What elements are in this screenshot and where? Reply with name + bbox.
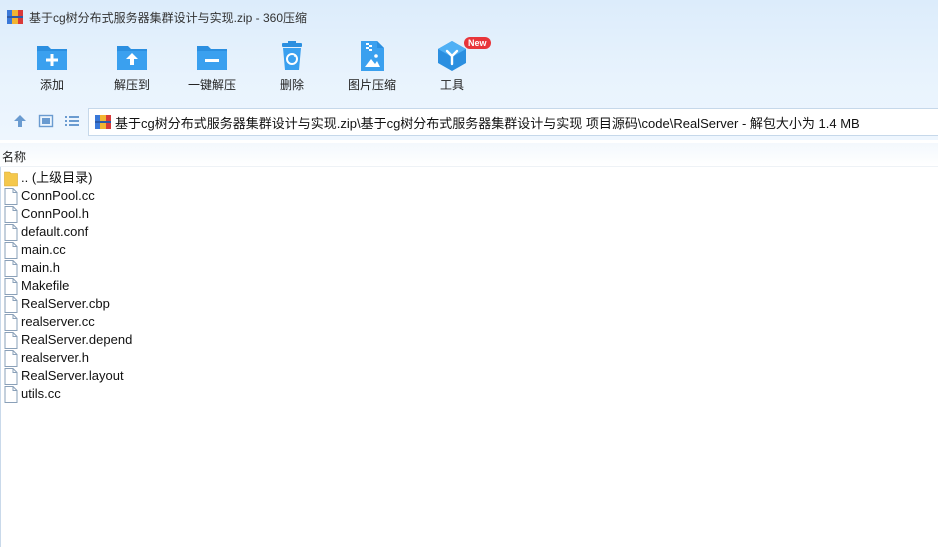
- window-title: 基于cg树分布式服务器集群设计与实现.zip - 360压缩: [29, 10, 308, 25]
- folder-icon: [4, 171, 18, 186]
- file-icon: [4, 187, 18, 205]
- archive-path: 基于cg树分布式服务器集群设计与实现.zip\基于cg树分布式服务器集群设计与实…: [115, 115, 860, 131]
- address-bar[interactable]: 基于cg树分布式服务器集群设计与实现.zip\基于cg树分布式服务器集群设计与实…: [88, 108, 938, 136]
- list-item[interactable]: ConnPool.h: [4, 205, 938, 223]
- file-icon: [4, 277, 18, 295]
- file-name: main.cc: [21, 242, 66, 257]
- list-item[interactable]: RealServer.layout: [4, 367, 938, 385]
- list-view-icon[interactable]: [64, 113, 80, 129]
- file-icon: [4, 349, 18, 367]
- toolbar: 添加 解压到 一键解压 删除 图片压缩 New 工具: [0, 34, 938, 100]
- file-name: utils.cc: [21, 386, 61, 401]
- archive-icon: [95, 115, 111, 129]
- arrow-up-icon[interactable]: [12, 113, 28, 129]
- add-button[interactable]: 添加: [12, 40, 92, 93]
- archive-icon: [7, 10, 23, 24]
- file-name: realserver.cc: [21, 314, 95, 329]
- list-item[interactable]: Makefile: [4, 277, 938, 295]
- file-icon: [4, 367, 18, 385]
- image-compress-button[interactable]: 图片压缩: [332, 40, 412, 93]
- file-name: ConnPool.cc: [21, 188, 95, 203]
- file-icon: [4, 331, 18, 349]
- one-click-extract-button[interactable]: 一键解压: [172, 40, 252, 93]
- list-item[interactable]: realserver.cc: [4, 313, 938, 331]
- list-item[interactable]: realserver.h: [4, 349, 938, 367]
- file-icon: [4, 223, 18, 241]
- list-left-border: [0, 167, 1, 547]
- new-badge: New: [464, 37, 491, 49]
- title-bar: 基于cg树分布式服务器集群设计与实现.zip - 360压缩: [0, 0, 938, 34]
- list-header: 名称: [0, 143, 938, 167]
- file-name: main.h: [21, 260, 61, 275]
- file-name: RealServer.layout: [21, 368, 124, 383]
- list-item[interactable]: ConnPool.cc: [4, 187, 938, 205]
- extract-folder-icon: [117, 46, 147, 70]
- list-item-parent-dir[interactable]: .. (上级目录): [4, 169, 938, 187]
- file-icon: [4, 313, 18, 331]
- one-click-extract-icon: [197, 46, 227, 70]
- image-zip-icon: [361, 41, 384, 71]
- list-item[interactable]: utils.cc: [4, 385, 938, 403]
- list-item[interactable]: default.conf: [4, 223, 938, 241]
- list-item[interactable]: RealServer.depend: [4, 331, 938, 349]
- file-name: Makefile: [21, 278, 70, 293]
- list-item[interactable]: main.h: [4, 259, 938, 277]
- file-icon: [4, 385, 18, 403]
- tools-button[interactable]: New 工具: [412, 37, 492, 93]
- file-name: ConnPool.h: [21, 206, 89, 221]
- file-icon: [4, 241, 18, 259]
- file-name: realserver.h: [21, 350, 89, 365]
- file-name: .. (上级目录): [21, 170, 93, 185]
- add-folder-icon: [37, 46, 67, 70]
- file-name: RealServer.depend: [21, 332, 133, 347]
- recycle-bin-icon: [282, 41, 302, 70]
- tools-cube-icon: [438, 41, 466, 71]
- top-area: 基于cg树分布式服务器集群设计与实现.zip - 360压缩 添加 解压到 一键…: [0, 0, 938, 140]
- extract-to-button[interactable]: 解压到: [92, 40, 172, 93]
- thumbnail-view-icon[interactable]: [38, 113, 54, 129]
- file-name: default.conf: [21, 224, 89, 239]
- column-header-name[interactable]: 名称: [2, 148, 26, 165]
- image-compress-label: 图片压缩: [347, 78, 396, 92]
- delete-button[interactable]: 删除: [252, 40, 332, 93]
- tools-label: 工具: [439, 78, 464, 92]
- file-icon: [4, 295, 18, 313]
- delete-label: 删除: [279, 78, 304, 92]
- list-item[interactable]: main.cc: [4, 241, 938, 259]
- file-list: .. (上级目录) ConnPool.cc ConnPool.h default…: [4, 169, 938, 403]
- extract-to-label: 解压到: [113, 78, 150, 92]
- add-label: 添加: [39, 78, 64, 92]
- file-name: RealServer.cbp: [21, 296, 110, 311]
- file-icon: [4, 205, 18, 223]
- one-click-extract-label: 一键解压: [187, 78, 236, 92]
- list-item[interactable]: RealServer.cbp: [4, 295, 938, 313]
- navigation-bar: 基于cg树分布式服务器集群设计与实现.zip\基于cg树分布式服务器集群设计与实…: [0, 106, 938, 136]
- file-icon: [4, 259, 18, 277]
